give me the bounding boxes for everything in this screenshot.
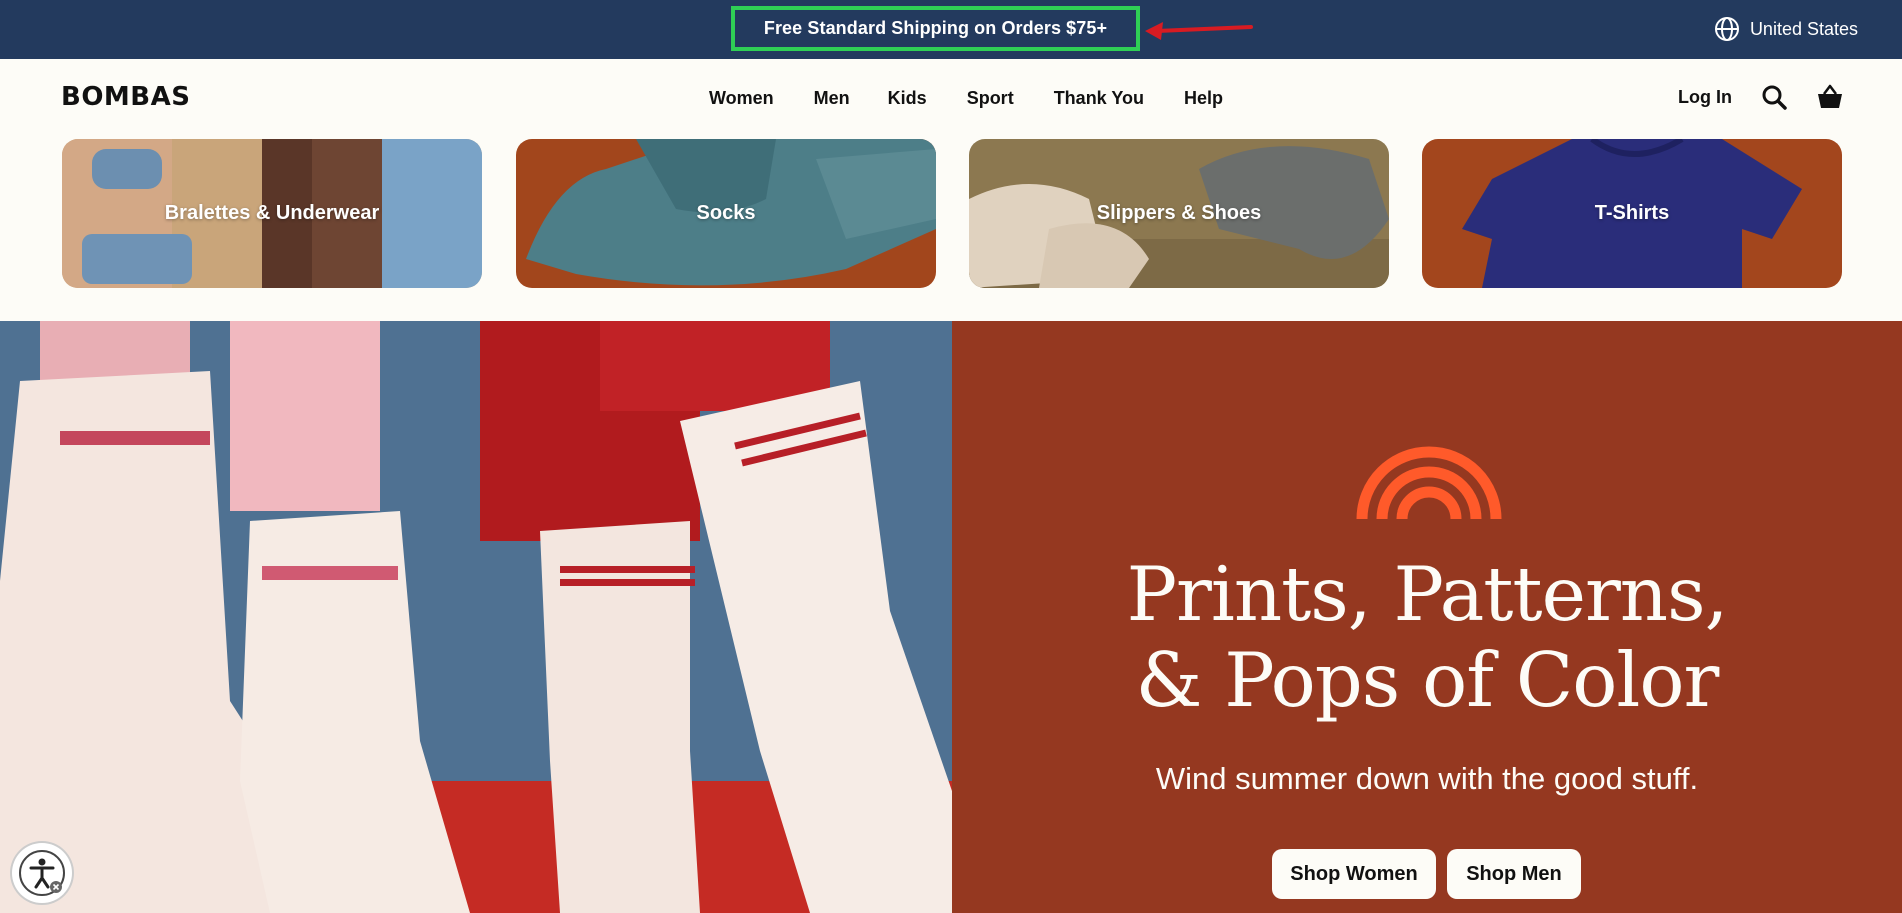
category-label: Bralettes & Underwear (164, 202, 380, 224)
region-selector[interactable]: United States (1714, 16, 1858, 42)
hero-image (0, 321, 952, 913)
nav-men[interactable]: Men (814, 88, 850, 109)
bombas-logo[interactable]: BOMBAS (61, 82, 190, 112)
header-actions: Log In (1678, 83, 1844, 111)
hero-title: Prints, Patterns, & Pops of Color (952, 551, 1902, 723)
rainbow-icon (1356, 446, 1502, 519)
announcement-bar: Free Standard Shipping on Orders $75+ Un… (0, 0, 1902, 59)
category-label: Socks (696, 202, 756, 224)
red-arrow-icon (1145, 22, 1253, 40)
globe-icon (1714, 17, 1739, 41)
site-header: BOMBAS Women Men Kids Sport Thank You He… (0, 59, 1902, 139)
category-tile-socks[interactable]: Socks (516, 139, 936, 288)
category-tile-slippers-shoes[interactable]: Slippers & Shoes (969, 139, 1389, 288)
category-label: Slippers & Shoes (1096, 202, 1262, 224)
nav-thank-you[interactable]: Thank You (1054, 88, 1144, 109)
category-label: T-Shirts (1594, 202, 1670, 224)
shipping-banner-highlight[interactable]: Free Standard Shipping on Orders $75+ (731, 6, 1140, 51)
accessibility-icon (19, 850, 65, 896)
hero-subtitle: Wind summer down with the good stuff. (1155, 761, 1699, 796)
nav-kids[interactable]: Kids (888, 88, 927, 109)
shop-men-button[interactable]: Shop Men (1447, 849, 1581, 899)
hero-title-line-1: Prints, Patterns, (1126, 550, 1729, 638)
nav-help[interactable]: Help (1184, 88, 1223, 109)
hero-cta-group: Shop Women Shop Men (1272, 849, 1581, 899)
accessibility-button[interactable] (12, 843, 72, 903)
region-label: United States (1749, 18, 1858, 39)
shipping-banner-text: Free Standard Shipping on Orders $75+ (763, 18, 1108, 38)
category-tile-t-shirts[interactable]: T-Shirts (1422, 139, 1842, 288)
hero-panel: Prints, Patterns, & Pops of Color Wind s… (952, 321, 1902, 913)
main-nav: Women Men Kids Sport Thank You Help (709, 88, 1223, 109)
shop-women-button[interactable]: Shop Women (1272, 849, 1436, 899)
login-link[interactable]: Log In (1678, 87, 1732, 108)
hero-title-line-2: & Pops of Color (1135, 636, 1720, 724)
nav-women[interactable]: Women (709, 88, 774, 109)
category-tile-bralettes-underwear[interactable]: Bralettes & Underwear (62, 139, 482, 288)
basket-icon[interactable] (1816, 83, 1844, 111)
search-icon[interactable] (1760, 83, 1788, 111)
section-spacer (0, 288, 1902, 321)
category-tiles: Bralettes & Underwear Socks Slippers & S… (62, 139, 1842, 288)
nav-sport[interactable]: Sport (967, 88, 1014, 109)
socks-hero-illustration (0, 321, 952, 913)
